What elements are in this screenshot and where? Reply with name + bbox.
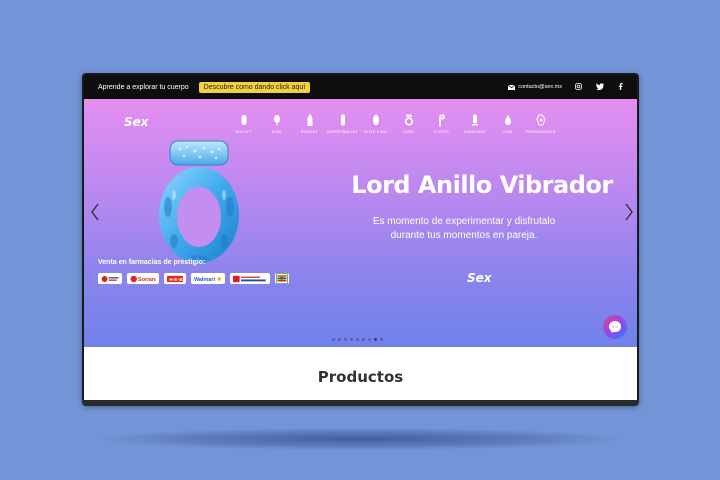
carousel-dots: [332, 338, 383, 341]
hero-headline: Lord Anillo Vibrador: [351, 171, 613, 199]
nav-item-egg[interactable]: EGG: [260, 113, 293, 134]
products-section: Productos: [84, 347, 637, 401]
hero-subtext: Es momento de experimentar y disfrutalo …: [372, 216, 556, 241]
g-spot-icon: [438, 114, 445, 127]
nav-item-label: BULLET: [235, 129, 252, 134]
category-nav: BULLET EGG ROCKET SUPER BULLET ELITE KIN…: [227, 113, 557, 134]
carousel-dot[interactable]: [338, 338, 341, 341]
top-bar: Aprende a explorar tu cuerpo Descubre co…: [84, 75, 637, 99]
website-screen: Aprende a explorar tu cuerpo Descubre co…: [84, 75, 637, 401]
nav-item-label: SUPER BULLET: [326, 129, 359, 134]
hero-brand-logo: Sex: [467, 271, 492, 285]
hero-banner: Sex BULLET EGG ROCKET SUPER BULLET ELITE…: [84, 99, 637, 347]
nav-item-bullet[interactable]: BULLET: [227, 113, 260, 134]
lord-icon: [404, 114, 413, 126]
nav-item-label: LUBE: [502, 129, 513, 134]
carousel-dot[interactable]: [368, 338, 371, 341]
pharmacies-title: Venta en farmacias de prestigio:: [98, 259, 206, 266]
contact-email-link[interactable]: contacto@sex.mx: [508, 84, 562, 90]
nav-item-label: PHEROMONES: [525, 129, 556, 134]
svg-text:Soriana: Soriana: [138, 277, 156, 283]
svg-text:H·E·B: H·E·B: [169, 276, 183, 282]
products-title: Productos: [317, 368, 404, 386]
pharmacy-logo-soriana: Soriana: [127, 273, 159, 284]
nav-item-elite-king[interactable]: ELITE KING: [359, 113, 392, 134]
twitter-icon[interactable]: [595, 82, 604, 92]
elite-king-icon: [372, 114, 379, 126]
carousel-dot[interactable]: [356, 338, 359, 341]
messenger-chat-button[interactable]: [603, 315, 627, 339]
carousel-dot[interactable]: [332, 338, 335, 341]
contact-email-text: contacto@sex.mx: [518, 84, 562, 90]
carousel-dot[interactable]: [362, 338, 365, 341]
nav-item-label: ROCKET: [300, 129, 319, 134]
carousel-dot[interactable]: [344, 338, 347, 341]
monitor-frame: Aprende a explorar tu cuerpo Descubre co…: [82, 73, 639, 405]
nav-item-pheromones[interactable]: PHEROMONES: [524, 113, 557, 134]
instagram-icon[interactable]: [574, 82, 583, 92]
pharmacy-logo-benavides: [230, 273, 270, 284]
product-image-vibrating-ring: [159, 140, 239, 263]
pharmacy-logo-walmart: Walmart: [191, 273, 225, 284]
egg-icon: [273, 115, 280, 126]
nav-item-g-spot[interactable]: G SPOT: [425, 113, 458, 134]
rocket-icon: [307, 114, 312, 126]
nav-item-super-bullet[interactable]: SUPER BULLET: [326, 113, 359, 134]
pharmacy-logo-heb: H·E·B: [164, 273, 186, 284]
mail-icon: [508, 84, 516, 90]
pharmacy-logos: Soriana H·E·B Walmart 7: [98, 273, 289, 284]
top-bar-right: contacto@sex.mx: [508, 82, 625, 92]
nav-item-label: ELITE KING: [363, 129, 387, 134]
carousel-prev-arrow[interactable]: [90, 203, 100, 224]
super-bullet-icon: [340, 114, 345, 126]
carousel-dot-active[interactable]: [374, 338, 377, 341]
nav-item-label: CONDOMS: [463, 129, 486, 134]
nav-item-label: EGG: [271, 129, 282, 134]
carousel-dot[interactable]: [350, 338, 353, 341]
top-bar-cta-button[interactable]: Descubre como dando click aquí: [198, 81, 311, 93]
monitor-chin: [82, 400, 639, 406]
nav-item-label: G SPOT: [433, 129, 450, 134]
monitor-shadow: [100, 428, 620, 450]
nav-item-label: LORD: [402, 129, 415, 134]
pheromones-icon: [535, 114, 546, 126]
facebook-icon[interactable]: [616, 82, 625, 92]
svg-text:Walmart: Walmart: [194, 277, 215, 283]
carousel-dot[interactable]: [380, 338, 383, 341]
carousel-next-arrow[interactable]: [624, 203, 634, 224]
nav-item-lord[interactable]: LORD: [392, 113, 425, 134]
condoms-icon: [471, 114, 478, 126]
nav-item-rocket[interactable]: ROCKET: [293, 113, 326, 134]
top-bar-tagline: Aprende a explorar tu cuerpo: [98, 83, 189, 91]
pharmacy-logo-ahorro: [98, 273, 122, 284]
bullet-icon: [241, 115, 246, 125]
messenger-icon: [609, 321, 621, 333]
pharmacy-logo-7eleven: 7: [275, 273, 289, 284]
nav-item-lube[interactable]: LUBE: [491, 113, 524, 134]
nav-item-condoms[interactable]: CONDOMS: [458, 113, 491, 134]
brand-logo[interactable]: Sex: [124, 115, 149, 129]
lube-icon: [504, 115, 511, 125]
